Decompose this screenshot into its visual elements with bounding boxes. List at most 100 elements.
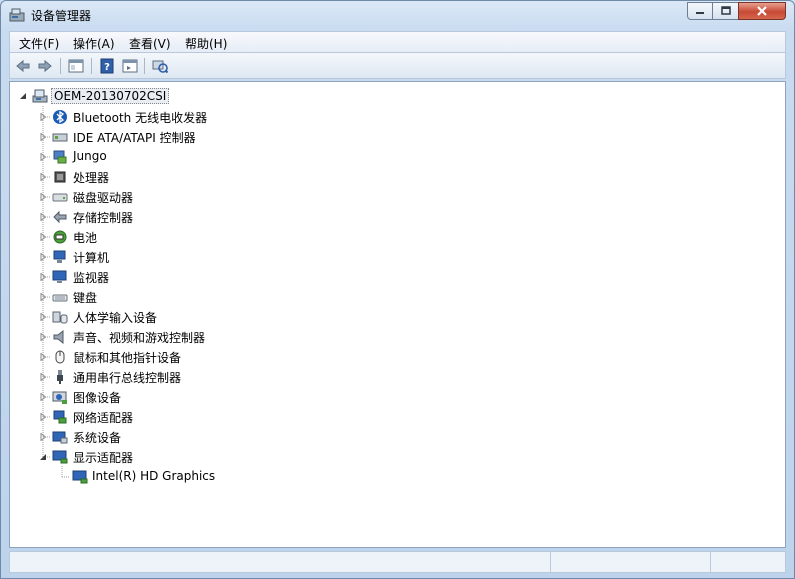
forward-button[interactable] <box>36 57 54 75</box>
tree-category-label[interactable]: 图像设备 <box>73 389 121 406</box>
expand-arrow[interactable] <box>39 173 47 181</box>
computer-icon <box>53 250 66 263</box>
tree-category-label[interactable]: Jungo <box>73 149 107 163</box>
toolbar-separator <box>91 58 92 74</box>
collapsed-arrow-icon <box>40 433 47 441</box>
disk-drive-icon <box>52 193 68 202</box>
root-collapse-arrow[interactable] <box>19 92 27 100</box>
tree-category-label[interactable]: IDE ATA/ATAPI 控制器 <box>73 129 196 146</box>
device-tree[interactable]: OEM-20130702CSI Bluetooth 无线电收发器 IDE ATA/… <box>9 81 786 548</box>
toolbar-separator <box>144 58 145 74</box>
menu-help[interactable]: 帮助(H) <box>185 35 227 52</box>
window-title: 设备管理器 <box>31 9 92 23</box>
tree-category-label[interactable]: 监视器 <box>73 269 109 286</box>
back-arrow-icon <box>16 59 30 73</box>
hid-icon <box>52 311 68 324</box>
monitor-icon <box>52 270 67 283</box>
expand-arrow[interactable] <box>39 433 47 441</box>
title-bar[interactable]: 设备管理器 <box>1 1 794 29</box>
tree-category-label[interactable]: 电池 <box>73 229 97 246</box>
collapsed-arrow-icon <box>40 413 47 421</box>
expand-arrow[interactable] <box>39 213 47 221</box>
network-adapter-icon <box>53 410 67 424</box>
system-device-icon <box>52 431 68 444</box>
expand-arrow[interactable] <box>39 193 47 201</box>
computer-root-icon <box>32 89 48 103</box>
expand-arrow[interactable] <box>39 293 47 301</box>
expand-arrow[interactable] <box>39 233 47 241</box>
svg-text:?: ? <box>104 62 110 73</box>
processor-icon <box>54 171 66 183</box>
display-adapter-icon <box>72 470 88 484</box>
expand-arrow[interactable] <box>39 153 47 161</box>
collapsed-arrow-icon <box>40 173 47 181</box>
status-separator <box>550 552 551 572</box>
expand-arrow[interactable] <box>39 353 47 361</box>
keyboard-icon <box>52 294 68 302</box>
tree-category-label[interactable]: 显示适配器 <box>73 449 133 466</box>
expand-arrow[interactable] <box>39 313 47 321</box>
properties-icon <box>68 59 84 73</box>
view-button[interactable] <box>121 57 139 75</box>
back-button[interactable] <box>14 57 32 75</box>
view-icon <box>122 59 138 73</box>
collapsed-arrow-icon <box>40 373 47 381</box>
status-separator <box>710 552 711 572</box>
device-manager-window: 设备管理器 文件(F) 操作(A) 查看(V) 帮助(H) ? OEM-2013… <box>0 0 795 579</box>
minimize-icon <box>696 12 704 14</box>
tree-category-label[interactable]: 存储控制器 <box>73 209 133 226</box>
tree-category-label[interactable]: 键盘 <box>73 289 97 306</box>
expand-arrow[interactable] <box>39 133 47 141</box>
expand-arrow[interactable] <box>39 333 47 341</box>
collapsed-arrow-icon <box>40 253 47 261</box>
close-icon <box>757 6 767 16</box>
maximize-icon <box>720 6 731 15</box>
menu-file[interactable]: 文件(F) <box>19 35 59 52</box>
menu-action[interactable]: 操作(A) <box>73 35 115 52</box>
tree-category-label[interactable]: 声音、视频和游戏控制器 <box>73 329 205 346</box>
scan-hardware-icon <box>152 60 168 74</box>
camera-icon <box>52 391 67 404</box>
menu-bar: 文件(F) 操作(A) 查看(V) 帮助(H) <box>9 31 786 53</box>
collapsed-arrow-icon <box>40 133 47 141</box>
tree-category-label[interactable]: 人体学输入设备 <box>73 309 157 326</box>
tree-category-label[interactable]: 系统设备 <box>73 429 121 446</box>
collapsed-arrow-icon <box>40 153 47 161</box>
tree-category-label[interactable]: 鼠标和其他指针设备 <box>73 349 181 366</box>
tree-category-label[interactable]: 磁盘驱动器 <box>73 189 133 206</box>
menu-view[interactable]: 查看(V) <box>129 35 171 52</box>
collapsed-arrow-icon <box>40 193 47 201</box>
bluetooth-icon <box>53 110 67 124</box>
tree-category-label[interactable]: 网络适配器 <box>73 409 133 426</box>
close-button[interactable] <box>738 2 786 20</box>
scan-hardware-button[interactable] <box>151 57 169 75</box>
expand-arrow[interactable] <box>39 393 47 401</box>
expand-arrow[interactable] <box>39 253 47 261</box>
tree-category-label[interactable]: 处理器 <box>73 169 109 186</box>
collapsed-arrow-icon <box>40 273 47 281</box>
expand-arrow[interactable] <box>39 273 47 281</box>
sound-icon <box>53 329 64 345</box>
expand-arrow[interactable] <box>39 113 47 121</box>
expand-arrow[interactable] <box>39 413 47 421</box>
forward-arrow-icon <box>38 59 52 73</box>
expand-arrow[interactable] <box>39 453 47 461</box>
minimize-button[interactable] <box>687 2 713 20</box>
collapsed-arrow-icon <box>40 113 47 121</box>
storage-controller-icon <box>53 210 67 224</box>
collapsed-arrow-icon <box>40 393 47 401</box>
properties-button[interactable] <box>67 57 85 75</box>
jungo-icon <box>53 150 67 164</box>
help-button[interactable]: ? <box>98 57 116 75</box>
tree-category-label[interactable]: 通用串行总线控制器 <box>73 369 181 386</box>
tree-category-label[interactable]: 计算机 <box>73 249 109 266</box>
collapsed-arrow-icon <box>40 233 47 241</box>
expand-arrow[interactable] <box>39 373 47 381</box>
tree-category-label[interactable]: Bluetooth 无线电收发器 <box>73 109 207 126</box>
maximize-button[interactable] <box>712 2 739 20</box>
root-computer-label[interactable]: OEM-20130702CSI <box>51 88 170 104</box>
tree-device-label[interactable]: Intel(R) HD Graphics <box>92 469 215 483</box>
expanded-arrow-icon <box>40 454 46 460</box>
collapsed-arrow-icon <box>40 293 47 301</box>
mouse-icon <box>55 350 65 364</box>
